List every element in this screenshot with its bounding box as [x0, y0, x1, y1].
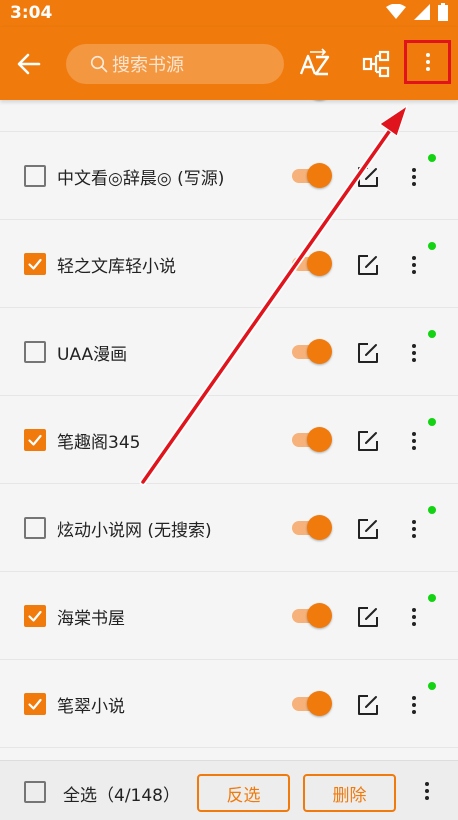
source-more-button[interactable]	[404, 250, 424, 280]
invert-selection-button[interactable]: 反选	[197, 774, 290, 812]
source-more-button[interactable]	[404, 426, 424, 456]
more-vert-icon	[412, 432, 416, 450]
more-vert-icon	[412, 256, 416, 274]
more-vert-icon	[412, 696, 416, 714]
source-enable-switch[interactable]	[292, 251, 334, 277]
source-name: 轻之文库轻小说	[57, 257, 176, 277]
edit-icon	[358, 607, 378, 627]
source-enable-switch[interactable]	[292, 427, 334, 453]
source-checkbox[interactable]	[24, 605, 46, 627]
book-source-list: 书包网◎辞晨◎ (写源) 中文看◎辞晨◎ (写源) 轻之文库轻小说 UAA漫画笔趣阁3…	[0, 100, 458, 754]
edit-source-button[interactable]	[356, 165, 380, 189]
edit-icon	[358, 519, 378, 539]
source-more-button[interactable]	[404, 100, 424, 104]
status-dot	[428, 242, 436, 250]
source-enable-switch[interactable]	[292, 603, 334, 629]
group-tree-icon	[362, 50, 390, 78]
wifi-icon	[386, 4, 406, 19]
source-checkbox[interactable]	[24, 341, 46, 363]
status-dot	[428, 682, 436, 690]
source-name: UAA漫画	[57, 345, 128, 365]
edit-icon	[358, 343, 378, 363]
check-icon	[28, 698, 42, 710]
more-vert-icon	[425, 782, 429, 800]
source-row[interactable]: 炫动小说网 (无搜索)	[0, 484, 458, 572]
source-enable-switch[interactable]	[292, 100, 334, 101]
more-vert-icon	[412, 520, 416, 538]
search-placeholder: 搜索书源	[112, 55, 184, 76]
group-button[interactable]	[361, 49, 391, 79]
status-dot	[428, 154, 436, 162]
source-row[interactable]: 笔翠小说	[0, 660, 458, 748]
battery-icon	[438, 3, 448, 21]
source-name: 中文看◎辞晨◎ (写源)	[57, 169, 225, 189]
sort-button[interactable]	[298, 47, 332, 81]
more-vert-icon	[412, 168, 416, 186]
status-dot	[428, 594, 436, 602]
source-more-button[interactable]	[404, 602, 424, 632]
source-checkbox[interactable]	[24, 165, 46, 187]
status-icons	[386, 3, 448, 21]
edit-icon	[358, 255, 378, 275]
source-name: 笔翠小说	[57, 697, 125, 717]
edit-source-button[interactable]	[356, 605, 380, 629]
app-bar: 搜索书源	[0, 27, 458, 100]
bottom-action-bar: 全选（4/148） 反选 删除	[0, 760, 458, 820]
bottom-more-button[interactable]	[417, 776, 437, 806]
edit-icon	[358, 695, 378, 715]
source-row[interactable]: 笔趣阁345	[0, 396, 458, 484]
status-dot	[428, 330, 436, 338]
search-icon	[90, 55, 108, 73]
back-button[interactable]	[14, 49, 44, 79]
source-more-button[interactable]	[404, 514, 424, 544]
select-all-checkbox[interactable]	[24, 781, 46, 803]
edit-icon	[358, 167, 378, 187]
sort-az-icon	[299, 48, 330, 76]
search-input[interactable]: 搜索书源	[66, 44, 284, 84]
source-checkbox[interactable]	[24, 429, 46, 451]
edit-source-button[interactable]	[356, 100, 380, 101]
source-name: 炫动小说网 (无搜索)	[57, 521, 212, 541]
source-enable-switch[interactable]	[292, 163, 334, 189]
source-row[interactable]: 轻之文库轻小说	[0, 220, 458, 308]
source-more-button[interactable]	[404, 690, 424, 720]
edit-source-button[interactable]	[356, 517, 380, 541]
edit-icon	[358, 431, 378, 451]
status-bar: 3:04	[0, 0, 458, 27]
status-dot	[428, 506, 436, 514]
edit-source-button[interactable]	[356, 253, 380, 277]
source-row[interactable]: UAA漫画	[0, 308, 458, 396]
source-enable-switch[interactable]	[292, 339, 334, 365]
source-more-button[interactable]	[404, 162, 424, 192]
source-row[interactable]: 中文看◎辞晨◎ (写源)	[0, 132, 458, 220]
edit-source-button[interactable]	[356, 341, 380, 365]
source-row[interactable]: 书包网◎辞晨◎ (写源)	[0, 100, 458, 132]
source-name: 笔趣阁345	[57, 433, 141, 453]
check-icon	[28, 434, 42, 446]
status-time: 3:04	[10, 3, 53, 23]
more-vert-icon	[425, 53, 430, 71]
check-icon	[28, 258, 42, 270]
signal-icon	[414, 4, 430, 20]
source-name: 书包网◎辞晨◎ (写源)	[57, 100, 224, 101]
source-more-button[interactable]	[404, 338, 424, 368]
arrow-left-icon	[17, 53, 41, 75]
source-checkbox[interactable]	[24, 517, 46, 539]
check-icon	[28, 610, 42, 622]
status-dot	[428, 418, 436, 426]
source-name: 海棠书屋	[57, 609, 125, 629]
more-menu-button[interactable]	[404, 40, 451, 84]
source-enable-switch[interactable]	[292, 691, 334, 717]
select-all-label[interactable]: 全选（4/148）	[63, 781, 180, 806]
source-checkbox[interactable]	[24, 693, 46, 715]
source-enable-switch[interactable]	[292, 515, 334, 541]
delete-button[interactable]: 删除	[303, 774, 396, 812]
edit-source-button[interactable]	[356, 693, 380, 717]
source-row[interactable]: 海棠书屋	[0, 572, 458, 660]
source-checkbox[interactable]	[24, 253, 46, 275]
more-vert-icon	[412, 608, 416, 626]
more-vert-icon	[412, 344, 416, 362]
edit-icon	[356, 100, 380, 101]
edit-source-button[interactable]	[356, 429, 380, 453]
